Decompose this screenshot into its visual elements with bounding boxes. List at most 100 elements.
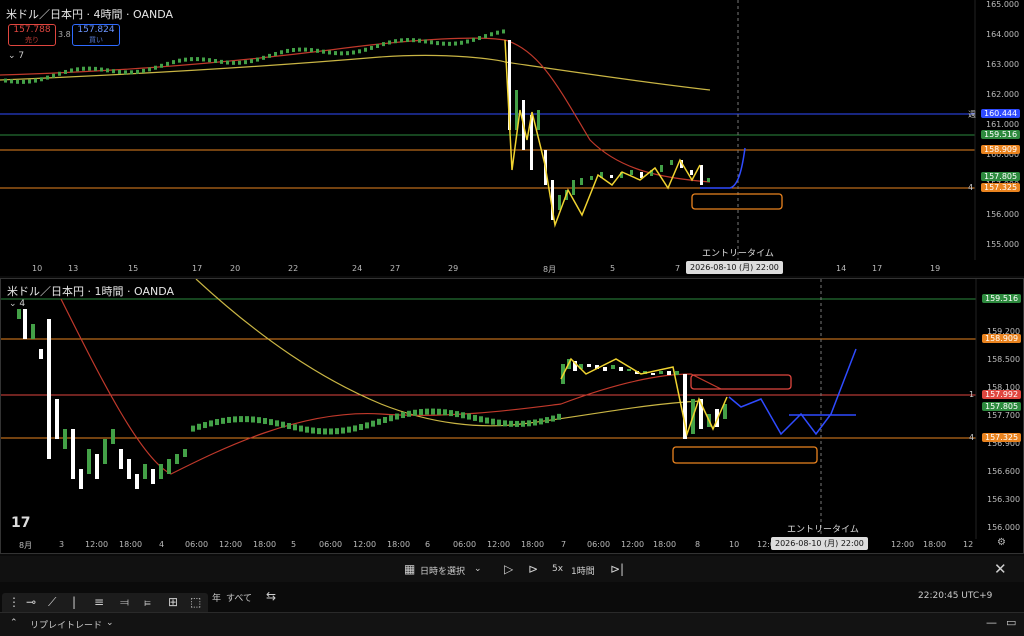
chevron-down-icon[interactable]: ⌄: [474, 564, 482, 574]
chevron-down-icon[interactable]: ⌄: [106, 618, 114, 628]
bottom-time-tick: 18:00: [387, 540, 411, 549]
top-chart-pane[interactable]: 米ドル／日本円 · 4時間 · OANDA 157.788 売り 3.8 157…: [0, 0, 1024, 276]
candle: [135, 474, 139, 489]
bottom-symbol-title[interactable]: 米ドル／日本円 · 1時間 · OANDA: [7, 283, 174, 299]
fib-icon[interactable]: ≡: [94, 595, 104, 609]
period-year[interactable]: 年: [212, 591, 221, 604]
lower-zone-box: [672, 446, 818, 464]
play-icon[interactable]: ▷: [504, 562, 513, 576]
candle: [472, 37, 475, 42]
candle: [79, 469, 83, 489]
compare-icon[interactable]: ⇆: [266, 589, 276, 603]
rectangle-icon[interactable]: ⬚: [190, 595, 201, 609]
candle: [184, 57, 187, 62]
candle: [203, 422, 207, 429]
candle: [310, 48, 313, 53]
interval-button[interactable]: 1時間: [571, 564, 595, 577]
bottom-price-tick: 158.500: [987, 355, 1021, 364]
candle: [690, 170, 693, 175]
channel-icon[interactable]: ⫤: [120, 595, 129, 610]
indicator-toggle[interactable]: ⌄ 4: [9, 299, 25, 309]
top-symbol-title[interactable]: 米ドル／日本円 · 4時間 · OANDA: [6, 6, 173, 22]
candle: [442, 41, 445, 46]
close-icon[interactable]: ✕: [994, 560, 1007, 578]
candle: [590, 176, 593, 180]
price-tag: 157.325: [981, 183, 1021, 192]
candle: [58, 71, 61, 76]
candle: [580, 178, 583, 185]
candle: [292, 48, 295, 53]
pitchfork-icon[interactable]: ⫢: [144, 595, 151, 610]
horizontal-line-icon[interactable]: ⊸: [26, 595, 36, 609]
bottom-time-tick: 7: [561, 540, 567, 549]
candle: [87, 449, 91, 474]
jump-to-realtime-icon[interactable]: ⊳|: [610, 562, 624, 576]
price-tag: 160.444: [981, 109, 1021, 118]
candle: [460, 40, 463, 45]
candle: [425, 408, 429, 415]
candle: [257, 417, 261, 424]
grid-icon[interactable]: ⊞: [168, 595, 178, 609]
crosshair-tool-icon[interactable]: ⋮: [8, 595, 20, 609]
candle: [484, 34, 487, 39]
price-tag-side-label: 4: [969, 433, 975, 442]
candle: [154, 65, 157, 70]
candle: [400, 38, 403, 43]
bottom-chart-canvas[interactable]: [1, 279, 1024, 555]
speed-button[interactable]: 5x: [552, 564, 563, 574]
price-tag: 158.909: [982, 334, 1022, 343]
vertical-line-icon[interactable]: |: [72, 595, 76, 609]
indicator-toggle[interactable]: ⌄ 7: [8, 51, 24, 61]
top-time-tick: 13: [68, 264, 79, 273]
top-time-tick: 14: [836, 264, 847, 273]
top-price-tick: 161.000: [986, 120, 1020, 129]
candle: [316, 48, 319, 53]
maximize-icon[interactable]: ▭: [1006, 616, 1016, 629]
candle: [269, 419, 273, 426]
candle: [167, 459, 171, 474]
bottom-chart-pane[interactable]: 米ドル／日本円 · 1時間 · OANDA ⌄ 4 17 159.200 158.…: [0, 278, 1024, 554]
step-forward-icon[interactable]: ⊳: [528, 562, 538, 576]
top-time-tick: 29: [448, 264, 459, 273]
candle: [382, 42, 385, 47]
top-time-tick: 19: [930, 264, 941, 273]
candle: [322, 49, 325, 54]
candle: [502, 29, 505, 34]
candle: [352, 50, 355, 55]
minimize-icon[interactable]: —: [986, 616, 997, 629]
settings-icon[interactable]: ⚙: [997, 537, 1006, 548]
candle: [329, 428, 333, 435]
buy-button[interactable]: 157.824 買い: [72, 24, 120, 46]
candle: [431, 408, 435, 415]
candle: [118, 69, 121, 74]
candle: [545, 417, 549, 424]
bottom-time-tick: 4: [159, 540, 165, 549]
period-all[interactable]: すべて: [226, 591, 252, 604]
replay-trade-tab[interactable]: リプレイトレード: [30, 618, 102, 631]
candle: [251, 416, 255, 423]
calendar-icon[interactable]: ▦: [404, 562, 415, 576]
candle: [191, 425, 195, 432]
tradingview-logo: 17: [11, 515, 31, 531]
top-chart-canvas[interactable]: [0, 0, 1024, 276]
long-ema-line: [0, 54, 711, 91]
candle: [103, 439, 107, 464]
candle: [40, 77, 43, 82]
candle: [537, 110, 540, 130]
candle: [209, 420, 213, 427]
candle: [34, 78, 37, 83]
top-price-tick: 163.000: [986, 60, 1020, 69]
candle: [244, 60, 247, 65]
candle: [88, 66, 91, 71]
top-price-tick: 156.000: [986, 210, 1020, 219]
price-tag: 159.516: [982, 294, 1022, 303]
candle: [376, 43, 379, 48]
trendline-icon[interactable]: ⟋: [48, 595, 56, 610]
candle: [136, 69, 139, 74]
layout-icon[interactable]: ⌃: [10, 618, 18, 628]
bottom-candles: [17, 309, 727, 489]
candle: [346, 51, 349, 56]
sell-button[interactable]: 157.788 売り: [8, 24, 56, 46]
candle: [124, 70, 127, 75]
select-date-button[interactable]: 日時を選択: [420, 564, 465, 577]
